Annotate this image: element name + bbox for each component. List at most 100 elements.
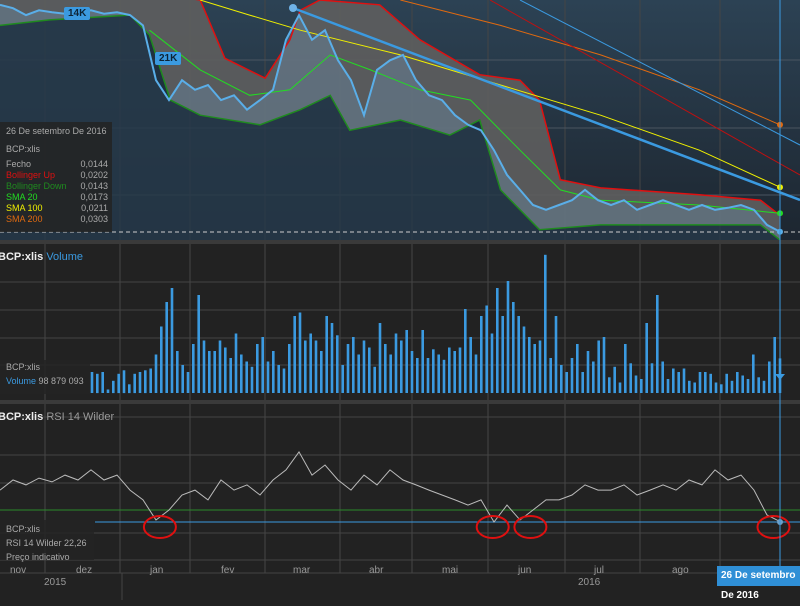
panel-separator[interactable] (0, 240, 800, 244)
volume-bar (197, 295, 200, 393)
volume-bar (176, 351, 179, 393)
volume-info-value: 98 879 093 (38, 376, 84, 386)
volume-bar (352, 337, 355, 393)
legend-value: 0,0303 (80, 214, 108, 224)
month-label: nov (10, 565, 27, 576)
volume-bar (528, 337, 531, 393)
volume-bar (501, 316, 504, 393)
volume-bar (645, 323, 648, 393)
volume-bar (256, 344, 259, 393)
volume-bar (762, 380, 766, 394)
volume-bar (688, 380, 691, 394)
year-label: 2016 (578, 577, 601, 588)
volume-bar (325, 316, 328, 393)
panel-separator[interactable] (0, 400, 800, 404)
volume-bar (394, 333, 398, 393)
month-label: fev (221, 565, 235, 576)
volume-bar (517, 316, 520, 393)
volume-bar (752, 354, 755, 393)
rsi-label: RSI 14 Wilder (46, 411, 115, 423)
volume-bar (426, 358, 430, 393)
volume-bar (272, 351, 275, 393)
volume-bar (389, 354, 392, 393)
legend-label: Fecho (6, 159, 32, 169)
volume-bar (512, 302, 515, 393)
volume-bar (314, 340, 318, 393)
price-legend: 26 De setembro De 2016 BCP:xlis Fecho 0,0… (0, 122, 112, 232)
volume-bar (416, 358, 419, 393)
volume-bar (586, 351, 590, 393)
volume-bar (549, 358, 552, 393)
volume-bar (309, 333, 312, 393)
legend-value: 0,0144 (80, 159, 108, 169)
volume-bar (533, 344, 536, 393)
volume-info-symbol: BCP:xlis (6, 362, 41, 372)
volume-bar (613, 366, 616, 394)
volume-bar (368, 347, 371, 393)
volume-bar (96, 373, 99, 394)
volume-bar (362, 340, 366, 393)
volume-bar (485, 305, 488, 393)
legend-row: Bollinger Up 0,0202 (6, 170, 112, 181)
volume-info: BCP:xlis Volume 98 879 093 (0, 360, 90, 394)
volume-bar (138, 372, 142, 393)
volume-bar (448, 347, 451, 393)
volume-bar (554, 316, 558, 393)
volume-bar (458, 347, 462, 393)
volume-bar (602, 337, 606, 393)
volume-bar (576, 344, 579, 393)
volume-bar (768, 361, 771, 393)
legend-row: SMA 100 0,0211 (6, 203, 112, 214)
legend-label: SMA 20 (6, 192, 38, 202)
volume-bar (746, 379, 750, 393)
volume-bar (666, 379, 670, 393)
volume-bar (437, 354, 440, 393)
volume-bar (106, 389, 110, 393)
volume-bar (714, 382, 718, 393)
volume-bar (373, 366, 376, 394)
legend-row: SMA 20 0,0173 (6, 192, 112, 203)
volume-bar (117, 373, 120, 394)
volume-bar (656, 295, 659, 393)
legend-value: 0,0143 (80, 181, 108, 191)
legend-date: 26 De setembro De 2016 (6, 126, 107, 136)
volume-bar (677, 372, 680, 393)
volume-bar (245, 361, 248, 393)
volume-bar (720, 384, 723, 394)
cursor-date-badge: 26 De setembro De 2016 (717, 566, 800, 601)
volume-bar (90, 372, 94, 393)
legend-row: Bollinger Down 0,0143 (6, 181, 112, 192)
volume-bar (160, 326, 163, 393)
chart-canvas[interactable] (0, 0, 800, 600)
marker-14k[interactable]: 14K (64, 7, 91, 20)
rsi-info: BCP:xlis RSI 14 Wilder 22,26 Preço indic… (0, 520, 94, 562)
month-label: jul (594, 565, 605, 576)
legend-label: Bollinger Down (6, 181, 67, 191)
volume-info-label: Volume (6, 376, 37, 386)
volume-bar (565, 372, 568, 393)
legend-label: Bollinger Up (6, 170, 56, 180)
volume-bar (650, 363, 654, 393)
volume-bar (128, 384, 131, 394)
volume-bar (282, 368, 286, 393)
marker-21k[interactable]: 21K (155, 52, 182, 65)
volume-bar (490, 333, 494, 393)
volume-bar (442, 359, 446, 394)
volume-bar (421, 330, 424, 393)
volume-bar (234, 333, 238, 393)
volume-bar (336, 335, 339, 393)
volume-bar (133, 373, 136, 394)
volume-bar (624, 344, 627, 393)
legend-label: SMA 100 (6, 203, 43, 213)
volume-bar (682, 368, 686, 393)
volume-bar (341, 365, 344, 393)
volume-bar (618, 382, 622, 393)
volume-bar (144, 370, 147, 394)
trendline-anchor (289, 4, 297, 12)
volume-label: Volume (46, 251, 84, 263)
month-label: ago (672, 565, 689, 576)
legend-row: SMA 200 0,0303 (6, 214, 112, 225)
month-label: jun (518, 565, 532, 576)
volume-bar (224, 347, 227, 393)
volume-bar (570, 358, 574, 393)
